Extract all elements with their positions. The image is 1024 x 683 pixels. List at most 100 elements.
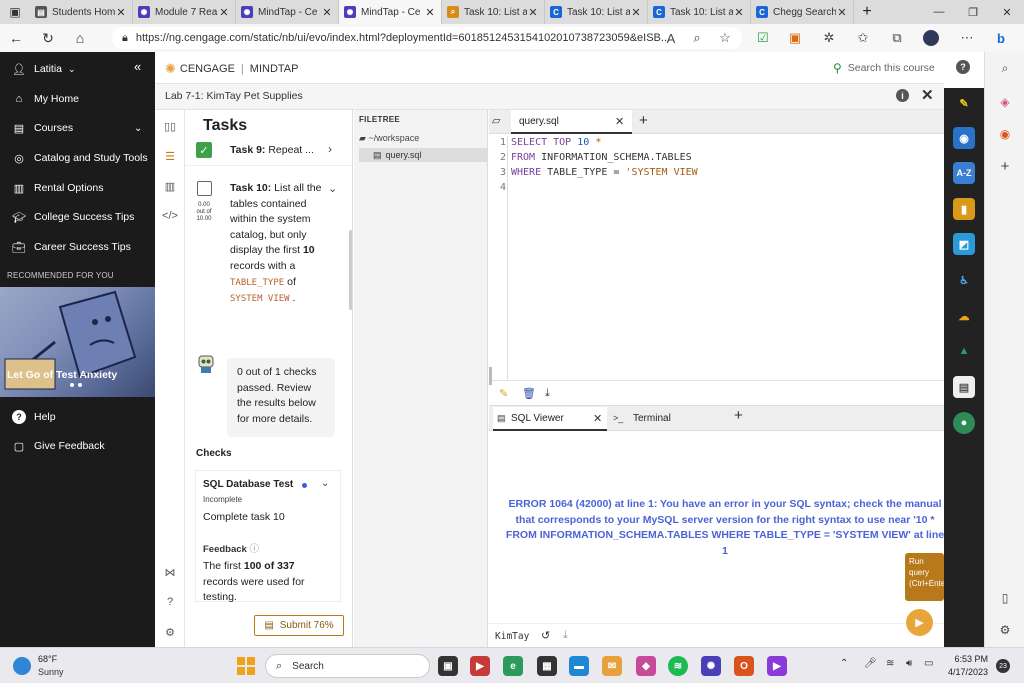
explorer-icon[interactable]: ▬: [569, 656, 589, 676]
read-aloud-icon[interactable]: A: [660, 28, 682, 48]
help-icon[interactable]: ?: [162, 595, 178, 609]
close-tab-icon[interactable]: ✕: [424, 6, 436, 19]
code-icon[interactable]: </>: [162, 209, 178, 223]
folder-open-icon[interactable]: ▱: [492, 114, 500, 127]
home-icon[interactable]: ⌂: [64, 24, 96, 52]
add-icon[interactable]: +: [995, 156, 1015, 176]
more-menu-icon[interactable]: ⋯: [956, 28, 978, 48]
settings-icon[interactable]: ⚙: [162, 625, 178, 639]
task-10-checkbox[interactable]: [197, 181, 212, 196]
close-tab-icon[interactable]: ✕: [115, 6, 127, 19]
favorites-icon[interactable]: ✩: [852, 28, 874, 48]
profile-avatar[interactable]: [920, 28, 942, 48]
collapse-nav-icon[interactable]: «: [134, 59, 141, 74]
close-tab-icon[interactable]: ✕: [218, 6, 230, 19]
share-icon[interactable]: ⋈: [162, 565, 178, 579]
close-lab-icon[interactable]: ✕: [921, 86, 934, 104]
browser-tab[interactable]: ✺ MindTap - Ce ✕: [236, 0, 339, 24]
file-query-sql[interactable]: ▤ query.sql: [359, 148, 488, 162]
notebook-icon[interactable]: ▮: [953, 198, 975, 220]
task-view-icon[interactable]: ▣: [438, 656, 458, 676]
mail-icon[interactable]: ✉: [602, 656, 622, 676]
help-icon[interactable]: ?: [956, 60, 970, 74]
workspace-folder[interactable]: ▰ ~/workspace: [359, 133, 419, 144]
checkmark-extension-icon[interactable]: ☑: [752, 28, 774, 48]
nav-item-courses[interactable]: ▤ Courses ⌄: [0, 114, 155, 142]
editor-splitter[interactable]: [489, 367, 492, 385]
info-icon[interactable]: i: [896, 89, 909, 102]
media-icon[interactable]: ▶: [767, 656, 787, 676]
volume-icon[interactable]: 🔊︎: [906, 658, 912, 669]
task-9-row[interactable]: ✓ Task 9: Repeat ... ›: [185, 140, 352, 166]
download-icon[interactable]: ⤓: [545, 387, 550, 400]
trash-icon[interactable]: 🗑︎: [522, 387, 536, 400]
code-line-2[interactable]: FROM INFORMATION_SCHEMA.TABLES: [511, 152, 692, 163]
close-tab-icon[interactable]: ✕: [615, 115, 624, 128]
history-icon[interactable]: ↺: [541, 629, 550, 642]
browser-tab[interactable]: ⌕ Task 10: List a ✕: [442, 0, 545, 24]
user-menu[interactable]: 👤︎ Latitia ⌄: [0, 55, 155, 83]
chart-icon[interactable]: ▥: [162, 179, 178, 193]
browser-tab[interactable]: ▤ Students Hom ✕: [30, 0, 133, 24]
nav-item-catalog[interactable]: ◎ Catalog and Study Tools: [0, 144, 155, 172]
cengage-taskbar-icon[interactable]: ✺: [701, 656, 721, 676]
extension-icon[interactable]: ▣: [784, 28, 806, 48]
download-icon[interactable]: ⤓: [563, 629, 568, 642]
browser-tab[interactable]: C Chegg Search ✕: [751, 0, 854, 24]
accessibility-icon[interactable]: ♿︎: [953, 269, 975, 291]
edge-browser-icon[interactable]: e: [503, 656, 523, 676]
app-icon[interactable]: ◆: [636, 656, 656, 676]
pen-extension-icon[interactable]: ✎: [953, 92, 975, 114]
run-query-button[interactable]: ▶: [906, 609, 933, 636]
restore-button[interactable]: ❐: [956, 0, 990, 24]
minimize-button[interactable]: —: [922, 0, 956, 24]
nav-item-my-home[interactable]: ⌂ My Home: [0, 85, 155, 113]
battery-icon[interactable]: ▭: [924, 658, 933, 669]
brand-logo[interactable]: ✺ CENGAGE | MINDTAP: [165, 61, 298, 77]
extensions-icon[interactable]: ✲: [818, 28, 840, 48]
tab-actions-icon[interactable]: ▣: [0, 0, 30, 24]
nav-item-rental[interactable]: ▥ Rental Options: [0, 174, 155, 202]
nav-item-college-tips[interactable]: 🎓︎ College Success Tips: [0, 203, 155, 231]
weather-icon[interactable]: [13, 657, 31, 675]
office-icon[interactable]: ◉: [995, 124, 1015, 144]
cloud-icon[interactable]: ☁: [953, 305, 975, 327]
nav-item-career-tips[interactable]: 💼︎ Career Success Tips: [0, 233, 155, 261]
code-line-1[interactable]: SELECT TOP 10 *: [511, 137, 601, 148]
back-icon[interactable]: ←: [0, 24, 32, 52]
microphone-icon[interactable]: 🎤︎: [864, 658, 877, 669]
rss-icon[interactable]: ◉: [953, 127, 975, 149]
office-taskbar-icon[interactable]: O: [734, 656, 754, 676]
pencil-icon[interactable]: ✎: [499, 387, 508, 400]
google-drive-icon[interactable]: ▲: [953, 340, 975, 362]
notification-badge[interactable]: 23: [996, 659, 1010, 673]
refresh-icon[interactable]: ↻: [32, 24, 64, 52]
browser-tab[interactable]: ✺ Module 7 Rea ✕: [133, 0, 236, 24]
code-line-3[interactable]: WHERE TABLE_TYPE = 'SYSTEM VIEW: [511, 167, 698, 178]
browser-tab[interactable]: C Task 10: List a ✕: [545, 0, 648, 24]
image-editor-icon[interactable]: ◩: [953, 233, 975, 255]
favorite-icon[interactable]: ☆: [714, 28, 736, 48]
close-tab-icon[interactable]: ✕: [733, 6, 745, 19]
add-tab-icon[interactable]: +: [734, 407, 743, 424]
task-list-icon[interactable]: ☰: [162, 149, 178, 163]
tasks-scrollbar[interactable]: [349, 230, 352, 310]
spotify-icon[interactable]: ≋: [668, 656, 688, 676]
document-icon[interactable]: ▤: [953, 376, 975, 398]
bing-icon[interactable]: b: [990, 28, 1012, 48]
shopping-icon[interactable]: ◈: [995, 92, 1015, 112]
store-icon[interactable]: ▦: [537, 656, 557, 676]
taskbar-search[interactable]: ⌕ Search: [265, 654, 430, 678]
close-tab-icon[interactable]: ✕: [321, 6, 333, 19]
course-search[interactable]: ⚲ Search this course: [833, 61, 935, 75]
close-window-button[interactable]: ✕: [990, 0, 1024, 24]
add-tab-icon[interactable]: +: [639, 112, 648, 129]
url-field[interactable]: 🔒︎ https://ng.cengage.com/static/nb/ui/e…: [112, 27, 742, 49]
zoom-icon[interactable]: ⌕: [686, 28, 708, 48]
tab-sql-viewer[interactable]: ▤ SQL Viewer ✕: [493, 407, 607, 431]
search-icon[interactable]: ⌕: [995, 58, 1015, 78]
chevron-down-icon[interactable]: ⌄: [321, 478, 329, 489]
clock-date[interactable]: 4/17/2023: [936, 667, 988, 677]
nav-item-feedback[interactable]: ▢ Give Feedback: [0, 432, 155, 460]
chevron-up-icon[interactable]: ⌃: [840, 658, 848, 669]
